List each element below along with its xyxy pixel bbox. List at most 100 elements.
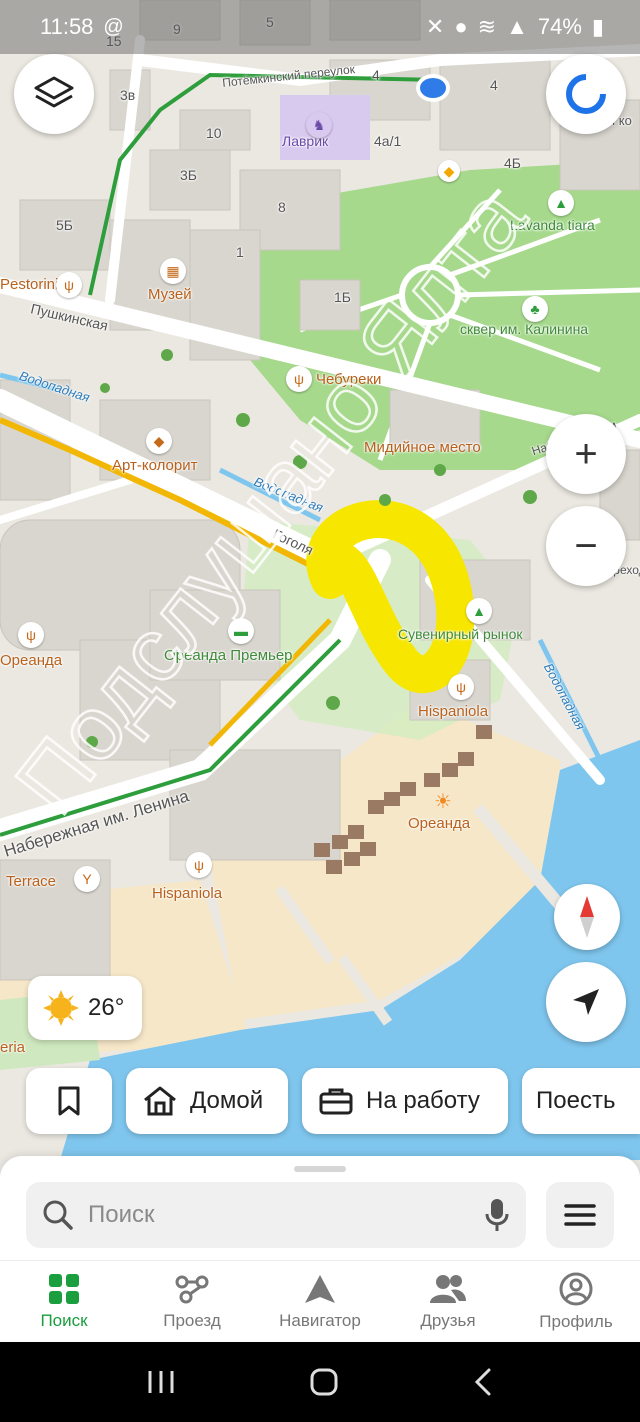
bar-icon[interactable]: Y xyxy=(74,866,100,892)
tree-icon: ♣ xyxy=(522,296,548,322)
poi-label[interactable]: Terrace xyxy=(6,874,56,889)
poi-label[interactable]: Hispaniola xyxy=(152,886,222,901)
tab-profile[interactable]: Профиль xyxy=(512,1261,640,1342)
shop-icon[interactable]: ▲ xyxy=(548,190,574,216)
profile-icon xyxy=(559,1272,593,1305)
location-status-icon: ● xyxy=(454,14,468,39)
work-label: На работу xyxy=(366,1087,480,1114)
poi-label[interactable]: Pestorini xyxy=(0,277,58,292)
tab-label: Проезд xyxy=(163,1310,221,1330)
friends-icon xyxy=(430,1274,466,1303)
building-number: 4 xyxy=(490,77,498,93)
eat-label: Поесть xyxy=(536,1087,616,1114)
battery-level: 74% xyxy=(537,14,582,39)
building-number: 3в xyxy=(120,87,136,103)
beach-icon[interactable]: ☀ xyxy=(430,788,456,814)
alice-icon xyxy=(566,74,606,114)
tab-friends[interactable]: Друзья xyxy=(384,1261,512,1342)
locate-button[interactable] xyxy=(546,962,626,1042)
zoom-out-button[interactable]: − xyxy=(546,506,626,586)
microphone-icon[interactable] xyxy=(484,1197,510,1233)
tab-search[interactable]: Поиск xyxy=(0,1261,128,1342)
poi-label[interactable]: Hispaniola xyxy=(418,704,488,719)
tab-route[interactable]: Проезд xyxy=(128,1261,256,1342)
zoom-in-button[interactable]: + xyxy=(546,414,626,494)
building-number: 5Б xyxy=(56,217,73,233)
tab-label: Друзья xyxy=(420,1310,476,1330)
bookmark-icon xyxy=(58,1086,80,1116)
location-marker-icon xyxy=(420,78,446,98)
mute-icon: ✕ xyxy=(425,14,445,39)
back-icon[interactable] xyxy=(472,1367,494,1397)
restaurant-icon[interactable]: ψ xyxy=(448,674,474,700)
signal-icon: ▲ xyxy=(506,14,528,39)
grid-icon xyxy=(49,1273,79,1304)
poi-label[interactable]: Ореанда xyxy=(0,653,62,668)
system-nav-bar xyxy=(0,1342,640,1422)
poi-label[interactable]: Сувенирный рынок xyxy=(398,627,523,641)
restaurant-icon[interactable]: ψ xyxy=(18,622,44,648)
navigator-icon xyxy=(305,1274,335,1303)
recent-apps-icon[interactable] xyxy=(146,1369,176,1395)
building-number: 4а/1 xyxy=(374,133,402,149)
compass-icon xyxy=(580,896,594,938)
building-number: 4Б xyxy=(504,155,521,171)
poi-dot-icon[interactable]: ◆ xyxy=(438,160,460,182)
poi-label[interactable]: eria xyxy=(0,1040,25,1055)
compass-button[interactable] xyxy=(554,884,620,950)
tab-bar: Поиск Проезд Навигатор Друзья Профиль xyxy=(0,1260,640,1342)
sun-icon xyxy=(43,990,79,1026)
minus-icon: − xyxy=(574,524,598,568)
building-number: 10 xyxy=(206,125,222,141)
battery-icon: ▮ xyxy=(591,14,604,39)
weather-widget[interactable]: 26° xyxy=(28,976,142,1040)
poi-label[interactable]: Музей xyxy=(148,287,192,302)
poi-label[interactable]: сквер им. Калинина xyxy=(460,322,588,336)
tab-label: Поиск xyxy=(40,1310,88,1330)
home-icon xyxy=(144,1086,176,1116)
route-icon xyxy=(175,1275,209,1303)
plus-icon: + xyxy=(574,432,598,476)
tab-label: Навигатор xyxy=(279,1310,361,1330)
eat-shortcut[interactable]: Поесть xyxy=(522,1068,640,1134)
at-icon: @ xyxy=(103,15,124,38)
bottom-sheet[interactable]: Поиск Проезд Навигатор Друзья xyxy=(0,1156,640,1342)
shop-icon[interactable]: ◆ xyxy=(146,428,172,454)
restaurant-icon[interactable]: ψ xyxy=(286,366,312,392)
poi-label[interactable]: Арт-колорит xyxy=(112,458,197,473)
poi-label[interactable]: Ореанда Премьер xyxy=(164,648,293,663)
sheet-handle[interactable] xyxy=(294,1166,346,1172)
search-bar[interactable] xyxy=(26,1182,526,1248)
wifi-icon: ≋ xyxy=(477,14,497,39)
playground-icon[interactable]: ♞ xyxy=(306,112,332,138)
status-bar: 11:58 @ ✕ ● ≋ ▲ 74% ▮ xyxy=(0,0,640,54)
clock: 11:58 xyxy=(40,14,94,39)
search-icon xyxy=(43,1200,73,1230)
tab-navigator[interactable]: Навигатор xyxy=(256,1261,384,1342)
restaurant-icon[interactable]: ψ xyxy=(56,272,82,298)
briefcase-icon xyxy=(319,1088,353,1115)
layers-button[interactable] xyxy=(14,54,94,134)
museum-icon[interactable]: ▦ xyxy=(160,258,186,284)
search-input[interactable] xyxy=(88,1201,470,1229)
work-shortcut[interactable]: На работу xyxy=(302,1068,508,1134)
poi-label[interactable]: Чебуреки xyxy=(316,372,381,387)
tab-label: Профиль xyxy=(539,1311,613,1331)
building-number: 4 xyxy=(372,67,380,83)
menu-button[interactable] xyxy=(546,1182,614,1248)
temperature: 26° xyxy=(88,994,125,1021)
bookmarks-button[interactable] xyxy=(26,1068,112,1134)
locate-arrow-icon xyxy=(573,989,599,1015)
home-nav-icon[interactable] xyxy=(309,1367,339,1397)
restaurant-icon[interactable]: ψ xyxy=(186,852,212,878)
poi-label[interactable]: Lavanda tiara xyxy=(510,218,595,232)
poi-label[interactable]: Мидийное место xyxy=(364,440,481,455)
hotel-icon[interactable]: ▬ xyxy=(228,618,254,644)
alice-button[interactable] xyxy=(546,54,626,134)
layers-icon xyxy=(34,76,74,108)
market-icon[interactable]: ▲ xyxy=(466,598,492,624)
building-number: 8 xyxy=(278,199,286,215)
home-shortcut[interactable]: Домой xyxy=(126,1068,288,1134)
poi-label[interactable]: Ореанда xyxy=(408,816,470,831)
building-number: 1Б xyxy=(334,289,351,305)
